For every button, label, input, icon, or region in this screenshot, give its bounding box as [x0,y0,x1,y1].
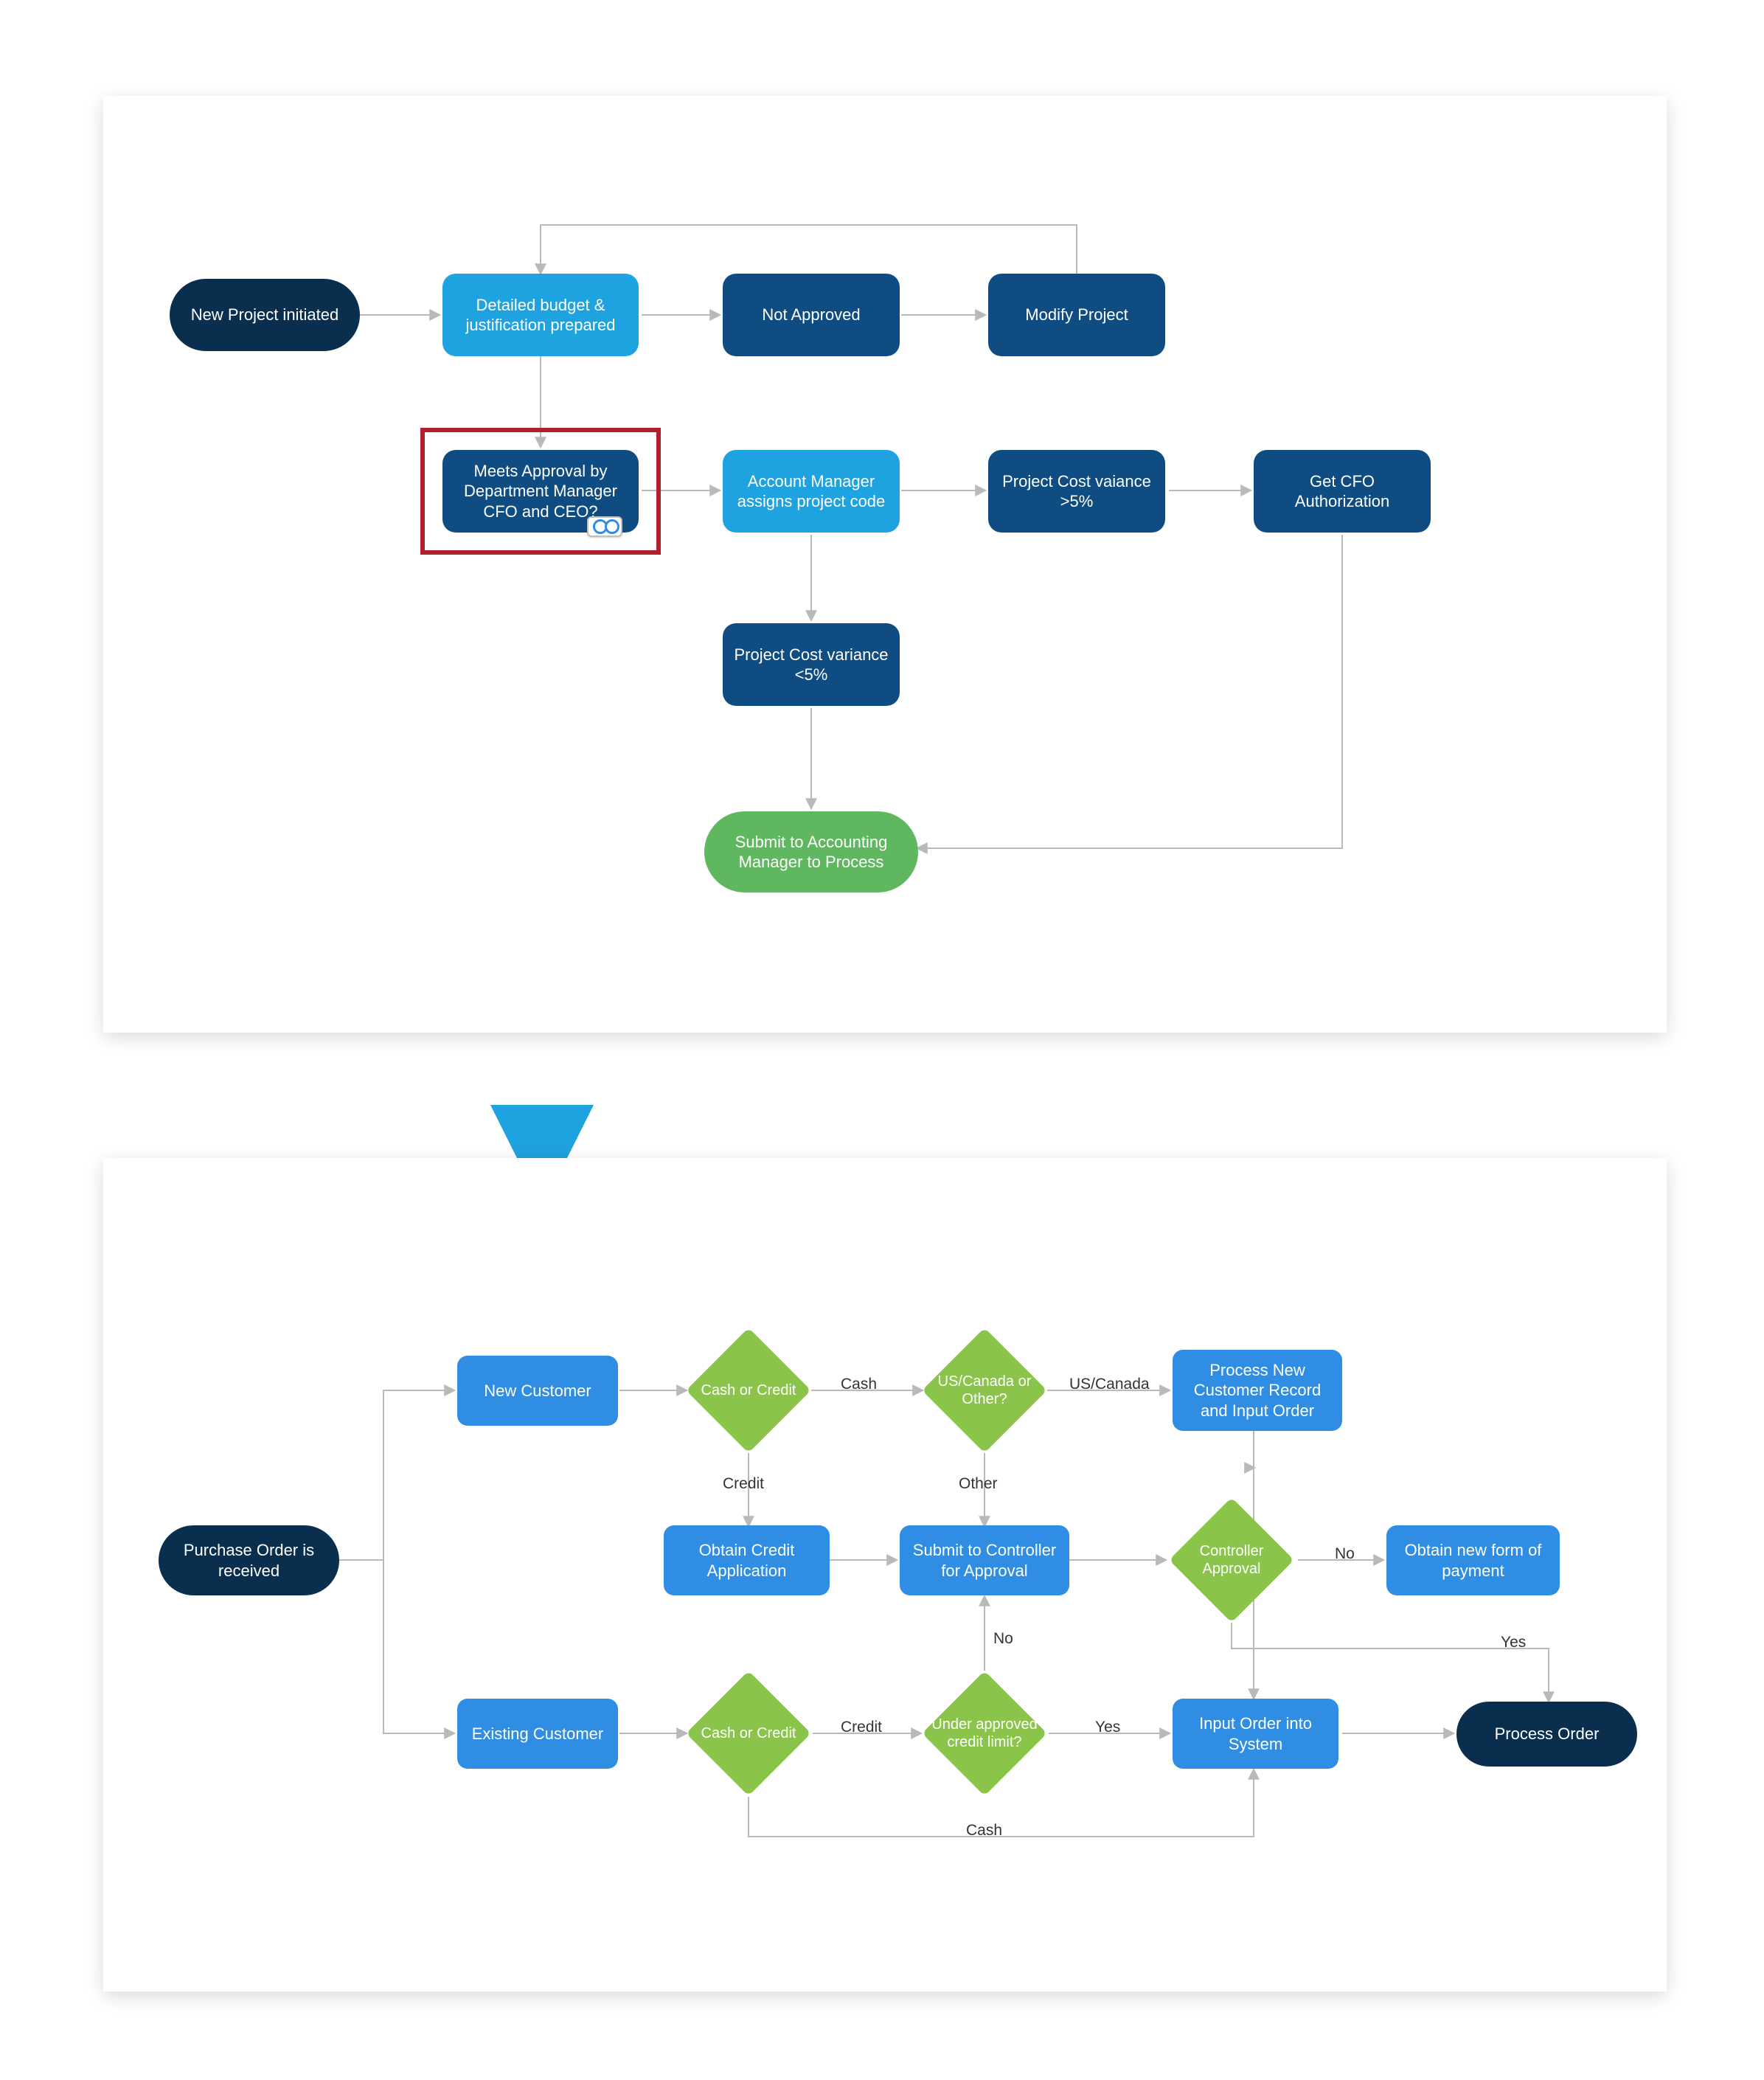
submit-controller-label: Submit to Controller for Approval [907,1540,1062,1581]
existing-customer-node[interactable]: Existing Customer [457,1699,618,1769]
process-order-node[interactable]: Process Order [1456,1702,1637,1767]
edge-label-no2: No [993,1630,1013,1648]
us-canada-label: US/Canada or Other? [929,1373,1040,1408]
input-order-node[interactable]: Input Order into System [1173,1699,1338,1769]
po-start-node[interactable]: Purchase Order is received [159,1525,339,1595]
obtain-credit-node[interactable]: Obtain Credit Application [664,1525,830,1595]
process-new-node[interactable]: Process New Customer Record and Input Or… [1173,1350,1342,1431]
cash-or-credit-1-label: Cash or Credit [693,1382,804,1399]
cash-or-credit-1-node[interactable]: Cash or Credit [686,1328,811,1453]
obtain-payment-label: Obtain new form of payment [1394,1540,1552,1581]
existing-customer-label: Existing Customer [472,1724,604,1744]
controller-approval-node[interactable]: Controller Approval [1169,1497,1294,1623]
new-customer-label: New Customer [484,1381,591,1401]
po-start-label: Purchase Order is received [166,1540,332,1581]
obtain-credit-label: Obtain Credit Application [671,1540,822,1581]
under-limit-label: Under approved credit limit? [929,1716,1040,1751]
edge-label-yes1: Yes [1501,1634,1526,1651]
process-order-label: Process Order [1495,1724,1600,1744]
edge-label-other: Other [959,1475,998,1493]
page: New Project initiated Detailed budget & … [0,0,1764,2080]
edge-label-uscanada: US/Canada [1069,1376,1150,1393]
edge-label-credit2: Credit [841,1719,882,1736]
us-canada-node[interactable]: US/Canada or Other? [922,1328,1047,1453]
submit-controller-node[interactable]: Submit to Controller for Approval [900,1525,1069,1595]
cash-or-credit-2-node[interactable]: Cash or Credit [686,1671,811,1796]
input-order-label: Input Order into System [1180,1713,1331,1754]
new-customer-node[interactable]: New Customer [457,1356,618,1426]
edge-label-yes2: Yes [1095,1719,1120,1736]
edge-label-cash2: Cash [966,1822,1002,1840]
under-limit-node[interactable]: Under approved credit limit? [922,1671,1047,1796]
controller-approval-label: Controller Approval [1176,1542,1287,1578]
bottom-diagram-canvas: Cash US/Canada Credit Other No Yes Credi… [103,1158,1667,1991]
edge-label-no1: No [1335,1545,1355,1563]
process-new-label: Process New Customer Record and Input Or… [1180,1360,1335,1421]
obtain-payment-node[interactable]: Obtain new form of payment [1386,1525,1560,1595]
edge-label-cash: Cash [841,1376,877,1393]
edge-label-credit: Credit [723,1475,764,1493]
cash-or-credit-2-label: Cash or Credit [693,1724,804,1742]
